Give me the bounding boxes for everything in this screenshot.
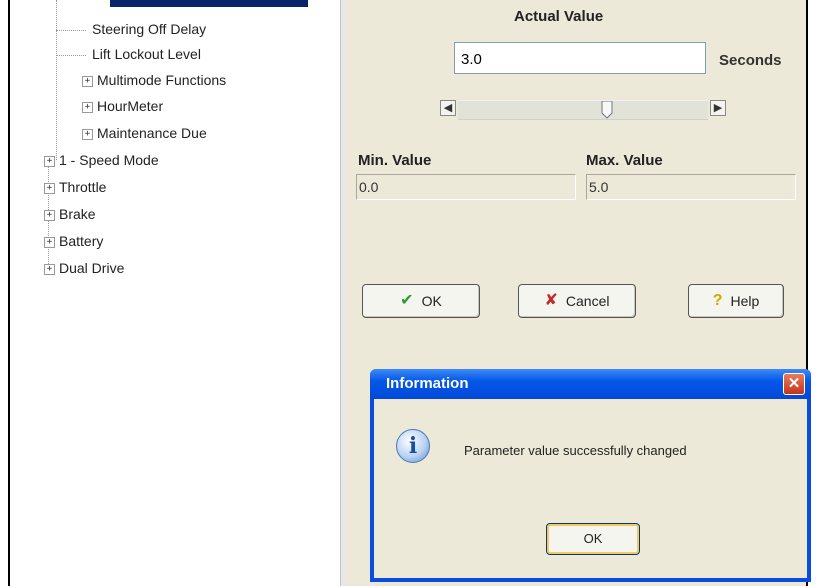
tree-item-lift-lockout-level[interactable]: Lift Lockout Level [92, 46, 201, 62]
close-icon[interactable]: ✕ [783, 373, 805, 395]
max-value-label: Max. Value [586, 152, 663, 169]
ok-button[interactable]: ✔ OK [362, 284, 480, 318]
expand-icon[interactable]: + [44, 155, 55, 167]
slider-rail[interactable] [458, 100, 708, 120]
expand-icon[interactable]: + [44, 236, 55, 248]
slider-right-arrow-icon[interactable]: ▶ [710, 100, 726, 116]
cancel-icon: ✘ [544, 292, 558, 309]
cancel-button[interactable]: ✘ Cancel [518, 284, 636, 318]
information-dialog[interactable]: Information ✕ i Parameter value successf… [370, 369, 811, 582]
tree-item-dual-drive[interactable]: + Dual Drive [44, 260, 124, 276]
expand-icon[interactable]: + [44, 263, 55, 275]
information-icon: i [396, 429, 430, 463]
tree-selected-item[interactable] [110, 0, 308, 7]
parameter-tree[interactable]: Steering Off Delay Lift Lockout Level + M… [10, 0, 340, 586]
tree-guide-line [56, 55, 86, 56]
max-value-field: 5.0 [586, 174, 796, 200]
min-value-label: Min. Value [358, 152, 432, 169]
dialog-title: Information [386, 375, 469, 392]
tree-item-maintenance-due[interactable]: + Maintenance Due [82, 125, 207, 141]
actual-value-input[interactable]: 3.0 [454, 42, 706, 74]
dialog-ok-button[interactable]: OK [546, 523, 640, 555]
expand-icon[interactable]: + [82, 128, 93, 140]
tree-item-battery[interactable]: + Battery [44, 233, 103, 249]
tree-guide-line [56, 30, 86, 31]
tree-item-steering-off-delay[interactable]: Steering Off Delay [92, 21, 206, 37]
tree-item-brake[interactable]: + Brake [44, 206, 96, 222]
question-icon: ? [712, 292, 723, 309]
expand-icon[interactable]: + [82, 75, 93, 87]
help-button[interactable]: ? Help [688, 284, 784, 318]
slider-left-arrow-icon[interactable]: ◀ [440, 100, 456, 116]
check-icon: ✔ [400, 292, 414, 309]
tree-item-multimode-functions[interactable]: + Multimode Functions [82, 72, 226, 88]
slider-thumb[interactable] [601, 101, 613, 119]
actual-value-label: Actual Value [514, 8, 604, 25]
expand-icon[interactable]: + [82, 101, 93, 113]
tree-item-speed-mode[interactable]: +1 - Speed Mode [44, 152, 159, 168]
expand-icon[interactable]: + [44, 182, 55, 194]
tree-guide-line [56, 0, 57, 160]
expand-icon[interactable]: + [44, 209, 55, 221]
min-value-field: 0.0 [356, 174, 576, 200]
tree-item-throttle[interactable]: + Throttle [44, 179, 106, 195]
dialog-message: Parameter value successfully changed [464, 443, 687, 458]
units-label: Seconds [719, 52, 782, 69]
dialog-title-bar[interactable]: Information ✕ [370, 369, 811, 399]
value-slider[interactable]: ◀ ▶ [440, 98, 726, 120]
dialog-body: i Parameter value successfully changed O… [374, 399, 807, 578]
tree-item-hourmeter[interactable]: + HourMeter [82, 98, 163, 114]
